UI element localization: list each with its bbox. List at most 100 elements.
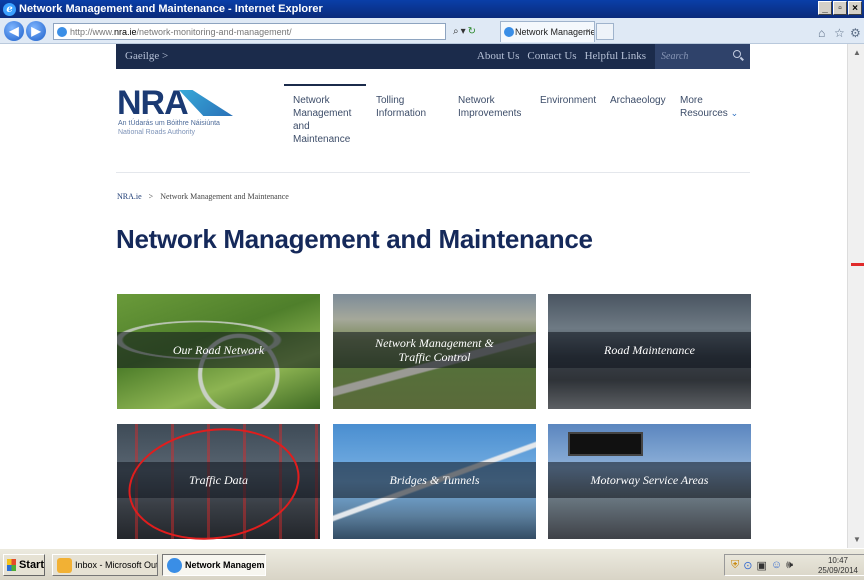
motorway-sign-image [568, 432, 643, 456]
tray-clock[interactable]: 10:47 25/09/2014 [818, 556, 858, 576]
tray-network-icon[interactable]: ⊙ [743, 559, 752, 572]
nav-label-line: More [680, 95, 703, 106]
taskbar-item-label: Network Managem... [185, 560, 266, 570]
nra-logo[interactable]: NRA An tÚdarás um Bóithre Náisiúnta Nati… [117, 86, 257, 142]
clock-date: 25/09/2014 [817, 566, 858, 575]
utility-bar: Gaeilge > About Us Contact Us Helpful Li… [116, 44, 750, 69]
ie-icon [167, 558, 182, 573]
breadcrumb-current: Network Management and Maintenance [160, 192, 289, 201]
system-tray: ⛨ ⊙ ▣ ☺ 🕪 10:47 25/09/2014 [724, 554, 864, 576]
nav-network-improvements[interactable]: Network Improvements [458, 84, 521, 120]
tile-label: Motorway Service Areas [548, 462, 751, 498]
tray-users-icon[interactable]: ☺ [771, 559, 782, 571]
search-placeholder: Search [661, 51, 689, 62]
helpful-links-link[interactable]: Helpful Links [585, 50, 646, 62]
nav-label-line: Archaeology [610, 95, 666, 106]
nav-network-management[interactable]: Network Management and Maintenance [284, 84, 366, 146]
search-icon[interactable]: ⌕ [453, 26, 459, 37]
scroll-position-marker [851, 263, 864, 266]
browser-tab-active[interactable]: Network Management and M... × [500, 21, 595, 42]
ie-logo-icon: e [3, 2, 16, 16]
tools-gear-icon[interactable]: ⚙ [850, 26, 861, 40]
start-button[interactable]: Start [3, 554, 45, 576]
about-us-link[interactable]: About Us [477, 50, 519, 62]
refresh-icon[interactable]: ↻ [468, 26, 476, 37]
tile-bridges-tunnels[interactable]: Bridges & Tunnels [333, 424, 536, 539]
tile-label: Our Road Network [117, 332, 320, 368]
start-label: Start [18, 559, 44, 571]
chevron-down-icon: ⌄ [730, 108, 739, 118]
scroll-down-icon[interactable]: ▼ [853, 535, 861, 544]
utility-links: About Us Contact Us Helpful Links [477, 50, 646, 62]
address-search-controls[interactable]: ⌕ ▾ ↻ [453, 23, 489, 40]
nav-environment[interactable]: Environment [540, 84, 596, 107]
forward-button[interactable]: ▶ [26, 21, 46, 41]
site-search-input[interactable]: Search [655, 44, 750, 69]
nav-more-resources[interactable]: More Resources ⌄ [680, 84, 738, 120]
back-button[interactable]: ◀ [4, 21, 24, 41]
address-prefix: http://www. [70, 26, 115, 37]
page-viewport: Gaeilge > About Us Contact Us Helpful Li… [0, 44, 864, 548]
nav-label-line: Management [293, 108, 352, 119]
tray-app-icon[interactable]: ▣ [756, 559, 766, 572]
close-icon[interactable]: × [848, 1, 862, 15]
search-icon[interactable] [733, 50, 741, 58]
tile-label: Bridges & Tunnels [333, 462, 536, 498]
taskbar-item-outlook[interactable]: Inbox - Microsoft Out... [52, 554, 158, 576]
window-title: Network Management and Maintenance - Int… [19, 3, 323, 15]
tab-favicon-icon [504, 27, 514, 37]
taskbar-item-ie[interactable]: Network Managem... [162, 554, 266, 576]
tile-label: Traffic Data [117, 462, 320, 498]
contact-us-link[interactable]: Contact Us [527, 50, 576, 62]
minimize-icon[interactable]: _ [818, 1, 832, 15]
address-domain: nra.ie [114, 26, 137, 37]
nav-archaeology[interactable]: Archaeology [610, 84, 666, 107]
address-path: /network-monitoring-and-management/ [136, 26, 292, 37]
tile-motorway-service-areas[interactable]: Motorway Service Areas [548, 424, 751, 539]
tile-label: Road Maintenance [548, 332, 751, 368]
dropdown-icon[interactable]: ▾ [461, 26, 466, 37]
window-controls: _ ▫ × [818, 1, 862, 15]
page-title: Network Management and Maintenance [116, 224, 593, 254]
gaeilge-link[interactable]: Gaeilge > [125, 50, 168, 62]
nav-label-line: Information [376, 108, 427, 119]
volume-icon[interactable]: 🕪 [786, 559, 793, 572]
nav-label-line: Maintenance [293, 134, 351, 145]
logo-irish-name: An tÚdarás um Bóithre Náisiúnta [118, 120, 220, 127]
breadcrumb-home-link[interactable]: NRA.ie [117, 192, 142, 201]
nav-label-line: Tolling [376, 95, 405, 106]
tile-traffic-data[interactable]: Traffic Data [117, 424, 320, 539]
windows-flag-icon [7, 559, 16, 571]
tile-label: Network Management & Traffic Control [333, 332, 536, 368]
logo-text: NRA [117, 84, 189, 122]
tile-label-line: Network Management & [375, 336, 494, 350]
tile-our-road-network[interactable]: Our Road Network [117, 294, 320, 409]
tile-road-maintenance[interactable]: Road Maintenance [548, 294, 751, 409]
clock-time: 10:47 [827, 556, 848, 565]
breadcrumb: NRA.ie > Network Management and Maintena… [117, 192, 289, 201]
nav-label-line: Improvements [458, 108, 522, 119]
new-tab-button[interactable] [596, 23, 614, 40]
maximize-icon[interactable]: ▫ [833, 1, 847, 15]
nav-label-line: Resources [680, 108, 728, 119]
home-icon[interactable]: ⌂ [818, 26, 825, 40]
tab-title: Network Management and M... [515, 27, 594, 37]
tile-label-line: Traffic Control [398, 350, 471, 364]
tray-shield-icon[interactable]: ⛨ [731, 559, 739, 572]
taskbar-item-label: Inbox - Microsoft Out... [75, 560, 158, 570]
tab-close-icon[interactable]: × [586, 26, 591, 36]
scroll-up-icon[interactable]: ▲ [853, 48, 861, 57]
nav-tolling-information[interactable]: Tolling Information [376, 84, 426, 120]
outlook-icon [57, 558, 72, 573]
nav-label-line: Network [458, 95, 495, 106]
logo-english-name: National Roads Authority [118, 129, 196, 136]
favorites-star-icon[interactable]: ☆ [834, 26, 845, 40]
browser-toolbar: ◀ ▶ http://www. nra.ie/network-monitoring… [0, 18, 864, 44]
address-bar[interactable]: http://www. nra.ie/network-monitoring-and… [53, 23, 446, 40]
tile-network-management-traffic-control[interactable]: Network Management & Traffic Control [333, 294, 536, 409]
page-favicon-icon [57, 27, 67, 37]
nav-label-line: and [293, 121, 310, 132]
vertical-scrollbar[interactable]: ▲ ▼ [847, 44, 864, 548]
header-divider [116, 172, 750, 173]
nav-label-line: Environment [540, 95, 597, 106]
